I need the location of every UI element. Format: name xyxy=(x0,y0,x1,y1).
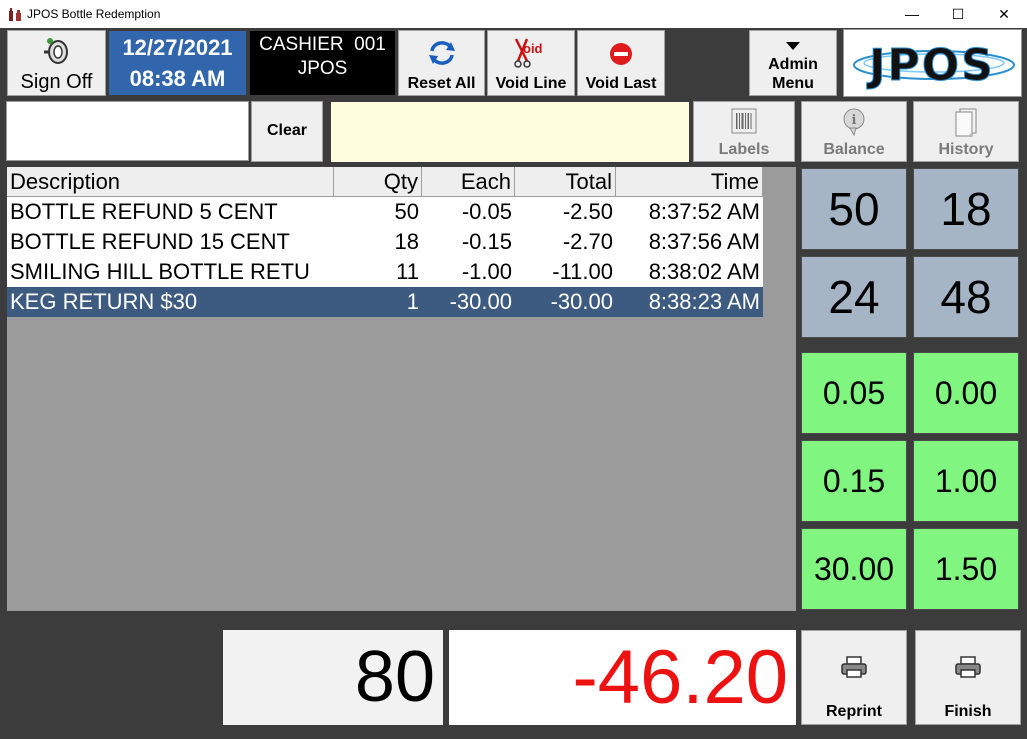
row-time: 8:37:52 AM xyxy=(648,199,760,224)
void-last-label: Void Last xyxy=(585,75,657,92)
dropdown-arrow-icon xyxy=(786,42,800,50)
table-row-selected[interactable]: KEG RETURN $30 1 -30.00 -30.00 8:38:23 A… xyxy=(7,287,763,317)
void-scissors-icon: oid xyxy=(514,38,543,68)
info-icon: i xyxy=(843,108,865,137)
window-title: JPOS Bottle Redemption xyxy=(27,7,161,21)
header-total[interactable]: Total xyxy=(515,167,616,197)
header-each[interactable]: Each xyxy=(422,167,515,197)
void-line-label: Void Line xyxy=(495,75,567,92)
reprint-label: Reprint xyxy=(826,703,882,720)
row-qty: 11 xyxy=(396,259,419,284)
logo-text: JPOS xyxy=(866,40,995,91)
amount-key-0-00[interactable]: 0.00 xyxy=(913,352,1019,434)
reset-all-label: Reset All xyxy=(407,75,476,92)
row-time: 8:37:56 AM xyxy=(648,229,760,254)
amount-key-1-00[interactable]: 1.00 xyxy=(913,440,1019,522)
no-entry-icon xyxy=(610,43,632,65)
maximize-icon: ☐ xyxy=(951,5,965,22)
qty-key-24[interactable]: 24 xyxy=(801,256,907,338)
sign-off-button[interactable]: Sign Off xyxy=(7,30,106,96)
header-time[interactable]: Time xyxy=(616,167,763,197)
close-icon: ✕ xyxy=(998,5,1010,22)
row-time: 8:38:02 AM xyxy=(648,259,760,284)
reprint-button[interactable]: Reprint xyxy=(801,630,907,725)
close-button[interactable]: ✕ xyxy=(981,0,1027,28)
balance-label: Balance xyxy=(823,141,885,158)
table-row[interactable]: BOTTLE REFUND 15 CENT 18 -0.15 -2.70 8:3… xyxy=(7,227,763,257)
history-label: History xyxy=(938,141,994,158)
transaction-table-area: Description Qty Each Total Time BOTTLE R… xyxy=(7,167,796,611)
barcode-icon xyxy=(731,108,757,134)
date-time-display: 12/27/2021 08:38 AM xyxy=(109,31,246,95)
void-line-button[interactable]: oid Void Line xyxy=(487,30,575,96)
row-each: -1.00 xyxy=(461,259,512,284)
finish-button[interactable]: Finish xyxy=(915,630,1021,725)
row-total: -2.50 xyxy=(562,199,613,224)
scan-input[interactable] xyxy=(6,101,249,161)
qty-key-50[interactable]: 50 xyxy=(801,168,907,250)
row-total: -30.00 xyxy=(550,289,613,314)
qty-key-18[interactable]: 18 xyxy=(913,168,1019,250)
row-qty: 1 xyxy=(406,289,419,314)
void-last-button[interactable]: Void Last xyxy=(577,30,665,96)
balance-button[interactable]: i Balance xyxy=(801,101,907,162)
row-each: -30.00 xyxy=(449,289,512,314)
jpos-logo-graphic: JPOS xyxy=(853,40,1015,92)
cashier-display: CASHIER 001 JPOS xyxy=(250,31,395,95)
amount-key-0-15[interactable]: 0.15 xyxy=(801,440,907,522)
qty-key-48[interactable]: 48 xyxy=(913,256,1019,338)
refresh-icon xyxy=(428,41,455,65)
table-row[interactable]: BOTTLE REFUND 5 CENT 50 -0.05 -2.50 8:37… xyxy=(7,197,763,227)
reset-all-button[interactable]: Reset All xyxy=(398,30,485,96)
message-area xyxy=(331,102,689,162)
row-each: -0.15 xyxy=(461,229,512,254)
current-time: 08:38 AM xyxy=(129,66,226,91)
row-description: BOTTLE REFUND 5 CENT xyxy=(10,199,278,224)
row-description: KEG RETURN $30 xyxy=(10,289,198,314)
cashier-name: JPOS xyxy=(297,58,348,79)
table-row[interactable]: SMILING HILL BOTTLE RETU 11 -1.00 -11.00… xyxy=(7,257,763,287)
grand-total-display: -46.20 xyxy=(449,630,796,725)
printer-icon xyxy=(955,656,981,678)
header-qty[interactable]: Qty xyxy=(334,167,422,197)
admin-menu-button[interactable]: Admin Menu xyxy=(749,30,837,96)
row-total: -11.00 xyxy=(552,259,613,284)
amount-key-0-05[interactable]: 0.05 xyxy=(801,352,907,434)
row-each: -0.05 xyxy=(461,199,512,224)
clear-label: Clear xyxy=(266,122,308,139)
amount-key-30-00[interactable]: 30.00 xyxy=(801,528,907,610)
sign-off-icon xyxy=(43,38,68,64)
admin-menu-label-2: Menu xyxy=(772,75,814,92)
maximize-button[interactable]: ☐ xyxy=(935,0,981,28)
current-date: 12/27/2021 xyxy=(122,35,233,60)
clear-button[interactable]: Clear xyxy=(251,101,323,162)
cashier-id: CASHIER 001 xyxy=(259,34,386,55)
history-button[interactable]: History xyxy=(913,101,1019,162)
minimize-button[interactable]: — xyxy=(889,0,935,28)
printer-icon xyxy=(841,656,867,678)
finish-label: Finish xyxy=(944,703,992,720)
item-count-display: 80 xyxy=(223,630,443,725)
amount-key-1-50[interactable]: 1.50 xyxy=(913,528,1019,610)
admin-menu-label-1: Admin xyxy=(768,56,818,73)
row-qty: 18 xyxy=(394,229,419,254)
labels-button[interactable]: Labels xyxy=(693,101,795,162)
jpos-logo: JPOS xyxy=(843,29,1022,97)
labels-label: Labels xyxy=(718,141,770,158)
row-time: 8:38:23 AM xyxy=(648,289,760,314)
row-description: SMILING HILL BOTTLE RETU xyxy=(10,259,310,284)
svg-text:i: i xyxy=(852,113,857,128)
row-description: BOTTLE REFUND 15 CENT xyxy=(10,229,290,254)
sign-off-label: Sign Off xyxy=(20,71,93,93)
header-description[interactable]: Description xyxy=(7,167,334,197)
title-bar: JPOS Bottle Redemption — ☐ ✕ xyxy=(0,0,1027,28)
row-total: -2.70 xyxy=(562,229,613,254)
bottle-app-icon xyxy=(9,8,21,21)
row-qty: 50 xyxy=(394,199,419,224)
document-icon xyxy=(955,108,977,137)
table-header: Description Qty Each Total Time xyxy=(7,167,763,197)
minimize-icon: — xyxy=(905,6,919,22)
